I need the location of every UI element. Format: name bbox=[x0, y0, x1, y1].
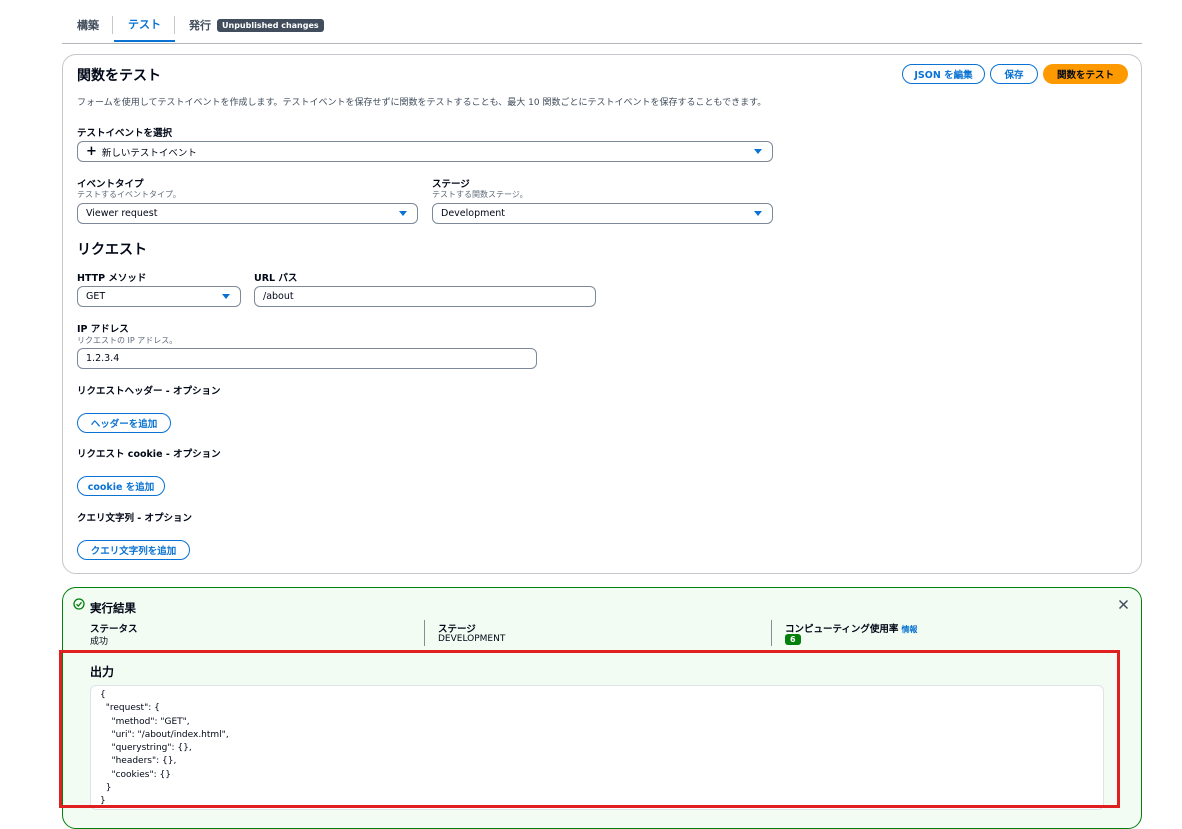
tab-build[interactable]: 構築 bbox=[77, 8, 99, 42]
status-value: 成功 bbox=[90, 637, 109, 647]
test-function-button[interactable]: 関数をテスト bbox=[1043, 64, 1128, 84]
test-event-select[interactable]: + 新しいテストイベント bbox=[77, 141, 773, 162]
select-value: Viewer request bbox=[86, 208, 158, 219]
close-icon[interactable] bbox=[1118, 599, 1129, 610]
add-query-button[interactable]: クエリ文字列を追加 bbox=[77, 540, 190, 560]
stage-label: ステージ bbox=[432, 179, 470, 190]
input-value: /about bbox=[263, 291, 294, 302]
chevron-down-icon bbox=[754, 149, 762, 154]
select-value: Development bbox=[441, 208, 505, 219]
tab-divider bbox=[174, 16, 175, 34]
column-divider bbox=[424, 620, 425, 646]
edit-json-button[interactable]: JSON を編集 bbox=[902, 64, 985, 84]
tab-label: 構築 bbox=[77, 19, 99, 32]
query-label: クエリ文字列 - オプション bbox=[77, 513, 193, 524]
select-value: GET bbox=[86, 291, 106, 302]
chevron-down-icon bbox=[399, 211, 407, 216]
column-divider bbox=[771, 620, 772, 646]
result-title: 実行結果 bbox=[90, 601, 136, 615]
output-code[interactable]: { "request": { "method": "GET", "uri": "… bbox=[90, 685, 1104, 810]
input-value: 1.2.3.4 bbox=[86, 353, 120, 364]
tab-test[interactable]: テスト bbox=[114, 8, 175, 42]
save-button[interactable]: 保存 bbox=[990, 64, 1038, 84]
url-path-input[interactable]: /about bbox=[254, 286, 596, 307]
add-header-button[interactable]: ヘッダーを追加 bbox=[77, 413, 171, 433]
info-link[interactable]: 情報 bbox=[901, 625, 917, 634]
select-event-label: テストイベントを選択 bbox=[77, 128, 173, 139]
test-function-panel bbox=[62, 54, 1142, 574]
http-method-label: HTTP メソッド bbox=[77, 273, 147, 284]
cookies-label: リクエスト cookie - オプション bbox=[77, 449, 221, 460]
event-type-sublabel: テストするイベントタイプ。 bbox=[77, 190, 181, 199]
result-stage-label: ステージ bbox=[438, 624, 476, 635]
status-label: ステータス bbox=[90, 624, 138, 635]
tab-label: 発行 bbox=[189, 19, 211, 32]
compute-badge: 6 bbox=[785, 634, 801, 645]
ip-sublabel: リクエストの IP アドレス。 bbox=[77, 336, 178, 345]
url-path-label: URL パス bbox=[254, 273, 298, 284]
panel-title: 関数をテスト bbox=[77, 68, 161, 84]
tab-divider bbox=[112, 16, 113, 34]
add-cookie-button[interactable]: cookie を追加 bbox=[77, 476, 165, 496]
tab-publish[interactable]: 発行 Unpublished changes bbox=[189, 8, 324, 42]
result-stage-value: DEVELOPMENT bbox=[438, 634, 506, 644]
unpublished-badge: Unpublished changes bbox=[217, 18, 324, 32]
tab-bar: 構築 テスト 発行 Unpublished changes bbox=[62, 8, 1142, 44]
chevron-down-icon bbox=[222, 294, 230, 299]
request-title: リクエスト bbox=[77, 242, 147, 258]
success-check-icon bbox=[73, 598, 85, 610]
ip-address-input[interactable]: 1.2.3.4 bbox=[77, 348, 537, 369]
select-value: 新しいテストイベント bbox=[101, 147, 197, 159]
event-type-select[interactable]: Viewer request bbox=[77, 203, 418, 224]
stage-select[interactable]: Development bbox=[432, 203, 773, 224]
headers-label: リクエストヘッダー - オプション bbox=[77, 386, 221, 397]
stage-sublabel: テストする関数ステージ。 bbox=[432, 190, 528, 199]
compute-label-text: コンピューティング使用率 bbox=[785, 624, 899, 635]
compute-label: コンピューティング使用率 情報 bbox=[785, 621, 917, 635]
plus-icon: + bbox=[86, 144, 97, 159]
tab-label: テスト bbox=[128, 18, 161, 31]
event-type-label: イベントタイプ bbox=[77, 179, 144, 190]
ip-label: IP アドレス bbox=[77, 324, 129, 335]
http-method-select[interactable]: GET bbox=[77, 286, 241, 307]
chevron-down-icon bbox=[754, 211, 762, 216]
output-title: 出力 bbox=[90, 665, 115, 679]
panel-description: フォームを使用してテストイベントを作成します。テストイベントを保存せずに関数をテ… bbox=[77, 98, 767, 108]
